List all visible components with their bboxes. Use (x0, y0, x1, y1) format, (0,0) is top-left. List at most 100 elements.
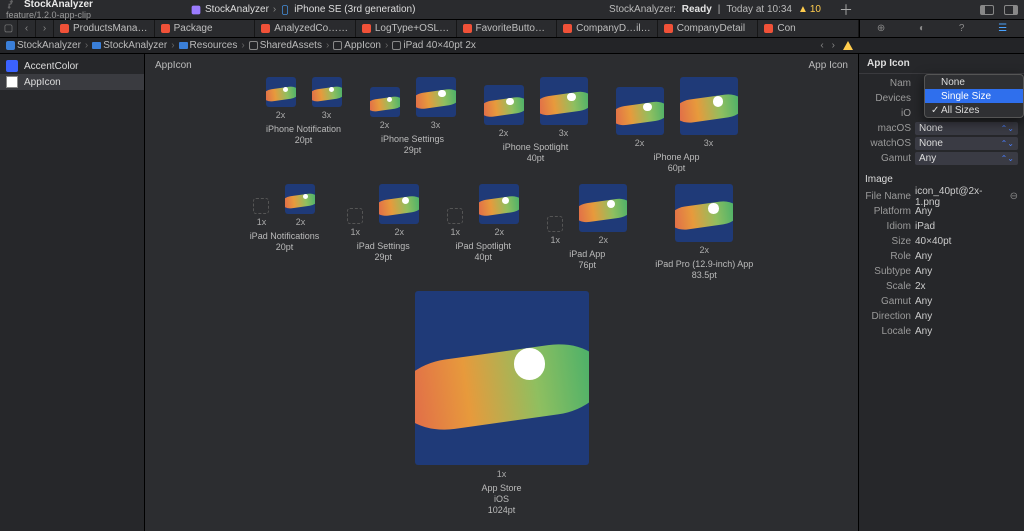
inspector-tab-icon[interactable]: ☰ (998, 23, 1007, 34)
icon-thumbnail[interactable] (675, 184, 733, 242)
inspector-row: watchOSNone⌃⌄ (865, 136, 1018, 151)
warning-icon[interactable] (843, 41, 853, 50)
editor-tab[interactable]: CompanyD…ilViewModel (557, 20, 658, 37)
editor-tab[interactable]: FavoriteButtonView (457, 20, 558, 37)
dropdown-item[interactable]: None (925, 75, 1023, 89)
status-bar: StockAnalyzer: Ready | Today at 10:34 ▲1… (609, 4, 821, 15)
scale-label: 3x (431, 120, 441, 130)
image-field-row: IdiomiPad (865, 219, 1018, 234)
icon-slot[interactable]: 2x (370, 87, 400, 130)
asset-catalog-icon (249, 41, 258, 50)
inspector-select[interactable]: Any⌃⌄ (915, 152, 1018, 165)
image-field-row: Size40×40pt (865, 234, 1018, 249)
devices-dropdown-menu[interactable]: NoneSingle Size✓All Sizes (924, 74, 1024, 118)
new-file-icon[interactable]: ⊕ (877, 23, 885, 34)
slot-group-label: iPhone App60pt (653, 152, 699, 174)
icon-thumbnail[interactable] (285, 184, 315, 214)
icon-thumbnail[interactable] (547, 216, 563, 232)
editor-tab[interactable]: AnalyzedCo…niesCounter (255, 20, 356, 37)
crumb-fwd-icon[interactable]: › (832, 40, 835, 51)
dropdown-item[interactable]: Single Size (925, 89, 1023, 103)
warning-icon: ▲ (798, 4, 808, 15)
icon-thumbnail[interactable] (484, 85, 524, 125)
inspector-select[interactable]: None⌃⌄ (915, 122, 1018, 135)
dropdown-item[interactable]: ✓All Sizes (925, 103, 1023, 117)
icon-slot[interactable]: 2x (579, 184, 627, 245)
slot-group-label: iPhone Notification20pt (266, 124, 341, 146)
icon-slot[interactable]: 2x (675, 184, 733, 255)
crumb-asset[interactable]: AppIcon (331, 40, 383, 51)
icon-slot[interactable]: 3x (416, 77, 456, 130)
icon-slot[interactable]: 1x (447, 208, 463, 237)
toggle-left-panel-icon[interactable] (980, 5, 994, 15)
clear-filename-icon[interactable]: ⊖ (1010, 191, 1018, 202)
inspector-select[interactable]: None⌃⌄ (915, 137, 1018, 150)
icon-thumbnail[interactable] (379, 184, 419, 224)
icon-slot[interactable]: 2x (484, 85, 524, 138)
crumb-folder[interactable]: Resources (177, 40, 240, 51)
swift-file-icon (764, 24, 773, 33)
icon-slot[interactable]: 3x (540, 77, 588, 138)
icon-thumbnail[interactable] (266, 77, 296, 107)
add-button[interactable]: ＋ (839, 0, 853, 20)
icon-slot[interactable]: 2x (479, 184, 519, 237)
toggle-right-panel-icon[interactable] (1004, 5, 1018, 15)
scheme-icon (191, 5, 201, 15)
appicon-swatch-icon (6, 76, 18, 88)
icon-slot[interactable]: 1x (253, 198, 269, 227)
icon-thumbnail[interactable] (312, 77, 342, 107)
crumb-back-icon[interactable]: ‹ (820, 40, 823, 51)
icon-slot[interactable]: 2x (266, 77, 296, 120)
icon-thumbnail[interactable] (540, 77, 588, 125)
asset-accentcolor[interactable]: AccentColor (0, 58, 144, 74)
editor-tab[interactable]: ProductsManager (54, 20, 155, 37)
slot-group-label: iPad App76pt (569, 249, 605, 271)
icon-slot[interactable]: 3x (312, 77, 342, 120)
icon-thumbnail[interactable] (253, 198, 269, 214)
tab-label: FavoriteButtonView (476, 23, 551, 34)
icon-thumbnail[interactable] (447, 208, 463, 224)
image-field-value: iPad (915, 221, 1018, 232)
crumb-catalog[interactable]: SharedAssets (247, 40, 324, 51)
icon-slot[interactable]: 2x (616, 87, 664, 148)
editor-tab[interactable]: Con (758, 20, 859, 37)
inspector-row: macOSNone⌃⌄ (865, 121, 1018, 136)
icon-thumbnail[interactable] (347, 208, 363, 224)
tab-label: CompanyDetail (677, 23, 745, 34)
icon-thumbnail[interactable] (680, 77, 738, 135)
icon-slot[interactable]: 2x (379, 184, 419, 237)
icon-thumbnail[interactable] (479, 184, 519, 224)
nav-forward-button[interactable]: › (36, 20, 54, 37)
editor-tab[interactable]: Package (155, 20, 256, 37)
editor-tab[interactable]: CompanyDetail (658, 20, 759, 37)
icon-thumbnail[interactable] (370, 87, 400, 117)
toggle-navigator-button[interactable]: ▢ (0, 20, 18, 37)
swift-file-icon (664, 24, 673, 33)
icon-slot[interactable]: 1x (547, 216, 563, 245)
icon-slot[interactable]: 2x (285, 184, 315, 227)
asset-kind-label[interactable]: App Icon (809, 60, 848, 71)
scale-label: 3x (322, 110, 332, 120)
icon-slot[interactable]: 3x (680, 77, 738, 148)
image-field-row: GamutAny (865, 294, 1018, 309)
scale-label: 2x (380, 120, 390, 130)
icon-thumbnail[interactable] (616, 87, 664, 135)
icon-slot[interactable]: 1x (347, 208, 363, 237)
image-field-value: Any (915, 326, 1018, 337)
help-icon[interactable]: ? (959, 23, 965, 34)
image-field-row: LocaleAny (865, 324, 1018, 339)
nav-back-button[interactable]: ‹ (18, 20, 36, 37)
slot-icon (392, 41, 401, 50)
crumb-folder[interactable]: StockAnalyzer (90, 40, 169, 51)
slot-group-label: App Store iOS 1024pt (481, 483, 521, 516)
history-icon[interactable]: ◐ (919, 23, 925, 34)
crumb-project[interactable]: StockAnalyzer (4, 40, 83, 51)
asset-appicon[interactable]: AppIcon (0, 74, 144, 90)
scheme-selector[interactable]: StockAnalyzer › iPhone SE (3rd generatio… (191, 4, 415, 15)
warning-badge[interactable]: ▲10 (798, 4, 821, 15)
appstore-icon-slot[interactable] (415, 291, 589, 465)
icon-thumbnail[interactable] (579, 184, 627, 232)
crumb-slot[interactable]: iPad 40×40pt 2x (390, 40, 478, 51)
icon-thumbnail[interactable] (416, 77, 456, 117)
editor-tab[interactable]: LogType+OSLog (356, 20, 457, 37)
